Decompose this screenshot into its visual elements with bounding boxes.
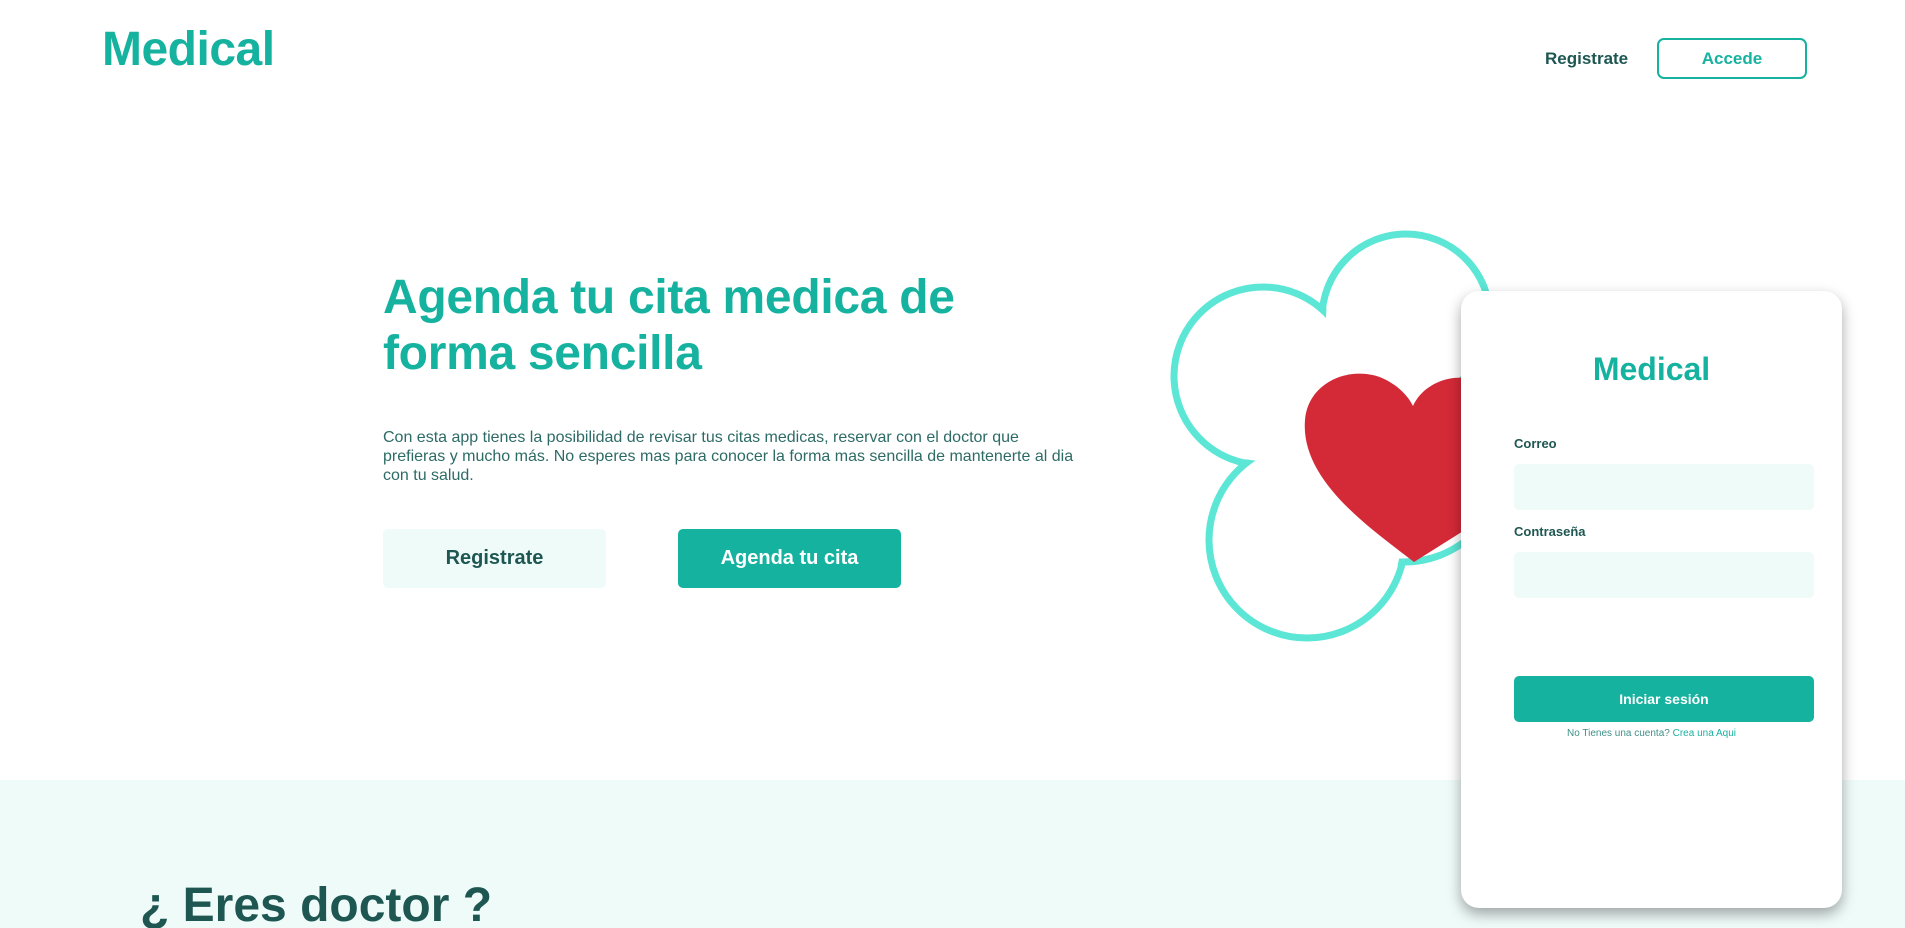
heart-illustration xyxy=(1170,230,1508,642)
hero-title: Agenda tu cita medica de forma sencilla xyxy=(383,271,955,380)
password-field[interactable] xyxy=(1514,552,1814,598)
logo[interactable]: Medical xyxy=(102,22,275,77)
signup-link[interactable]: Crea una Aqui xyxy=(1673,728,1736,739)
hero-description: Con esta app tienes la posibilidad de re… xyxy=(383,429,1074,484)
doctor-section-title: ¿ Eres doctor ? xyxy=(140,879,493,928)
hero-appointment-button[interactable]: Agenda tu cita xyxy=(678,529,901,588)
nav-login-button[interactable]: Accede xyxy=(1657,38,1807,79)
signup-prompt: No Tienes una cuenta? Crea una Aqui xyxy=(1461,728,1842,739)
hero-register-button[interactable]: Registrate xyxy=(383,529,606,588)
login-card: Medical Correo Contraseña Iniciar sesión… xyxy=(1461,291,1842,908)
password-label: Contraseña xyxy=(1514,524,1586,539)
top-navbar: Medical Registrate Accede xyxy=(0,0,1905,100)
card-logo: Medical xyxy=(1592,351,1711,387)
email-field[interactable] xyxy=(1514,464,1814,510)
nav-register-link[interactable]: Registrate xyxy=(1545,49,1628,69)
email-label: Correo xyxy=(1514,436,1557,451)
login-submit-button[interactable]: Iniciar sesión xyxy=(1514,676,1814,722)
signup-prompt-text: No Tienes una cuenta? xyxy=(1566,728,1673,739)
